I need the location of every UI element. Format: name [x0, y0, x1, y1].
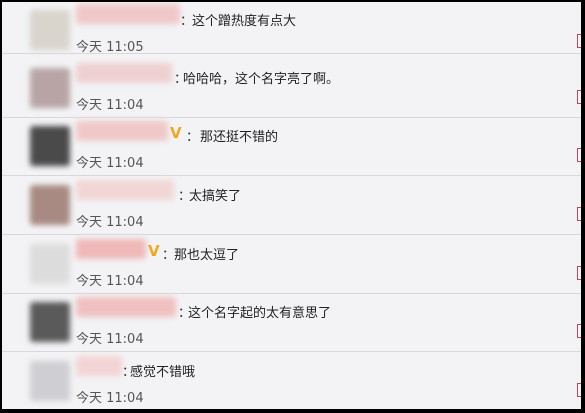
row-action-edge[interactable] [577, 207, 581, 221]
avatar[interactable] [30, 302, 70, 342]
user-name-blurred[interactable] [76, 297, 176, 317]
avatar[interactable] [30, 68, 70, 108]
comment-time: 今天 11:05 [76, 40, 144, 55]
comment-time: 今天 11:04 [76, 332, 144, 347]
user-name-blurred[interactable] [76, 180, 174, 200]
comment-time: 今天 11:04 [76, 98, 144, 113]
comment-item: V ： 那也太逗了 今天 11:04 [2, 236, 581, 294]
vip-badge-icon: V [170, 124, 182, 142]
row-action-edge[interactable] [577, 34, 581, 48]
comment-item: ： 这个名字起的太有意思了 今天 11:04 [2, 294, 581, 352]
colon: ： [186, 130, 200, 145]
row-action-edge[interactable] [577, 266, 581, 280]
comment-text: 那也太逗了 [174, 248, 240, 263]
comment-time: 今天 11:04 [76, 215, 144, 230]
comment-text: 这个名字起的太有意思了 [188, 306, 332, 321]
comment-text: 太搞笑了 [189, 189, 242, 204]
comment-text: 这个蹭热度有点大 [192, 14, 297, 29]
comment-list: ： 这个蹭热度有点大 今天 11:05 ： 哈哈哈，这个名字亮了啊。 今天 11… [2, 2, 584, 409]
avatar[interactable] [30, 126, 70, 166]
comment-text: 那还挺不错的 [200, 130, 279, 145]
row-action-edge[interactable] [577, 383, 581, 397]
avatar[interactable] [30, 244, 70, 284]
row-action-edge[interactable] [577, 90, 581, 104]
comment-item: ： 这个蹭热度有点大 今天 11:05 [2, 2, 581, 55]
user-name-blurred[interactable] [76, 121, 168, 141]
avatar[interactable] [30, 361, 70, 401]
comment-time: 今天 11:04 [76, 274, 144, 289]
avatar[interactable] [30, 10, 70, 50]
comment-time: 今天 11:04 [76, 156, 144, 171]
avatar[interactable] [30, 185, 70, 225]
comment-text: 哈哈哈，这个名字亮了啊。 [183, 72, 340, 87]
comment-time: 今天 11:04 [76, 391, 144, 406]
comment-item: V ： 那还挺不错的 今天 11:04 [2, 118, 581, 176]
comment-item: ： 感觉不错哦 今天 11:04 [2, 353, 581, 409]
row-action-edge[interactable] [577, 324, 581, 338]
comment-item: ： 太搞笑了 今天 11:04 [2, 177, 581, 235]
vip-badge-icon: V [148, 242, 160, 260]
user-name-blurred[interactable] [76, 63, 172, 83]
user-name-blurred[interactable] [76, 356, 122, 376]
user-name-blurred[interactable] [76, 4, 180, 24]
user-name-blurred[interactable] [76, 239, 146, 259]
comment-text: 感觉不错哦 [130, 365, 196, 380]
row-action-edge[interactable] [577, 148, 581, 162]
comment-item: ： 哈哈哈，这个名字亮了啊。 今天 11:04 [2, 60, 581, 118]
